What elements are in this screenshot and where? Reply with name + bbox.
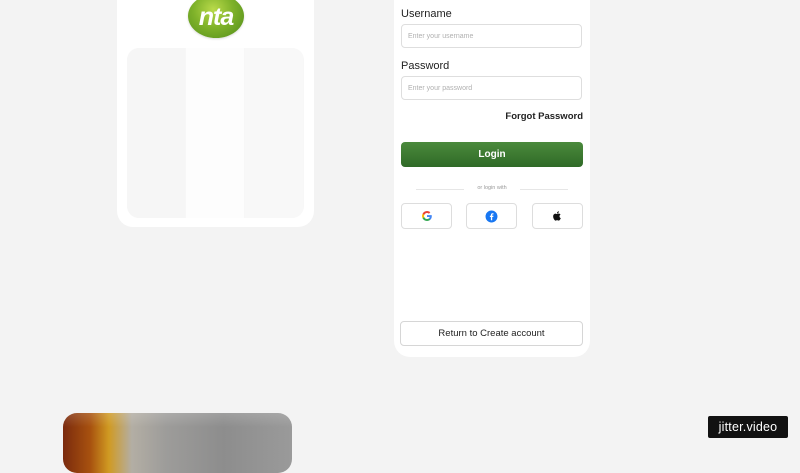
divider-right — [520, 189, 568, 190]
password-label: Password — [401, 60, 450, 72]
or-login-with-text: or login with — [477, 185, 507, 191]
apple-icon — [553, 211, 561, 221]
divider-left — [416, 189, 464, 190]
jitter-watermark: jitter.video — [708, 416, 788, 438]
login-card — [394, 0, 590, 357]
return-to-create-account-button[interactable]: Return to Create account — [400, 321, 583, 346]
placeholder-column — [186, 48, 244, 218]
login-button[interactable]: Login — [401, 142, 583, 167]
username-label: Username — [401, 8, 452, 20]
google-login-button[interactable] — [401, 203, 452, 229]
google-icon — [421, 211, 432, 221]
forgot-password-link[interactable]: Forgot Password — [480, 111, 583, 122]
apple-login-button[interactable] — [532, 203, 583, 229]
password-input[interactable]: Enter your password — [401, 76, 582, 100]
placeholder-column — [245, 48, 303, 218]
blurred-photo-card — [63, 413, 292, 473]
logo-text: nta — [198, 2, 234, 31]
username-placeholder: Enter your username — [408, 32, 474, 40]
facebook-icon — [485, 210, 498, 222]
facebook-login-button[interactable] — [466, 203, 517, 229]
placeholder-column — [127, 48, 185, 218]
left-phone-placeholder — [127, 48, 304, 218]
username-input[interactable]: Enter your username — [401, 24, 582, 48]
password-placeholder: Enter your password — [408, 84, 473, 92]
